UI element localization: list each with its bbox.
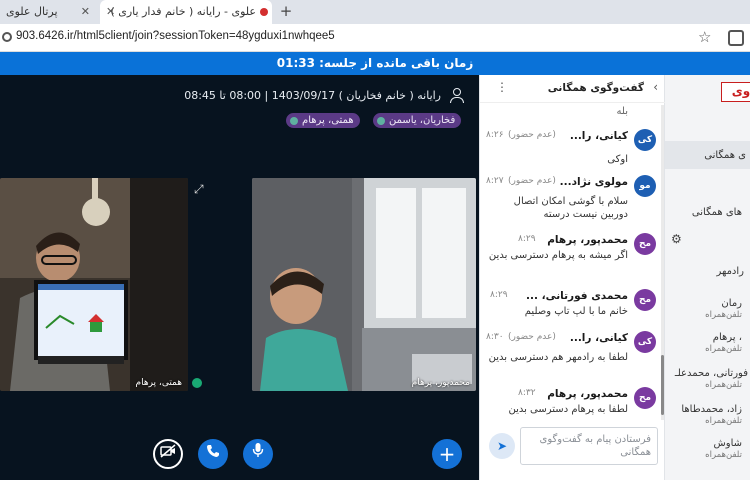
- chat-message-text: بله: [616, 106, 628, 117]
- chat-time: ۸:۲۹: [518, 234, 536, 244]
- phone-icon[interactable]: [198, 439, 228, 469]
- chat-panel: ‹ گفت‌وگوی همگانی ⋮ بله کی کیانی، را... …: [479, 75, 666, 480]
- video-tile[interactable]: محمدپور، پرهام: [252, 178, 476, 391]
- video-name: همتی، پرهام: [135, 378, 182, 388]
- chat-sender: محمدپور، پرهام: [547, 234, 628, 246]
- nav-item-label[interactable]: ی همگانی: [704, 150, 746, 161]
- avatar: مو: [634, 175, 656, 197]
- chat-time: ۸:۲۶: [486, 130, 504, 140]
- user-name[interactable]: فورتانی، محمدعلـ: [675, 368, 748, 379]
- url-text[interactable]: 903.6426.ir/html5client/join?sessionToke…: [16, 30, 335, 42]
- avatar: کی: [634, 129, 656, 151]
- chat-sender: محمدی فورتانی، ...: [525, 290, 628, 302]
- chat-sender: کیانی، را...: [569, 130, 628, 142]
- chat-sender: مولوی نژاد...: [559, 176, 628, 188]
- chevron-icon[interactable]: ‹: [653, 80, 658, 94]
- avatar: مح: [634, 387, 656, 409]
- video-name: محمدپور، پرهام: [411, 378, 470, 388]
- microphone-icon[interactable]: [243, 439, 273, 469]
- user-name[interactable]: ، پرهام: [713, 332, 742, 343]
- user-list-panel: وی ی همگانی های همگانی ⚙ رادمهر رمان تلف…: [665, 75, 750, 480]
- user-device: تلفن‌همراه: [705, 344, 742, 354]
- screen: پرتال علوی ✕ علوی - رایانه ( خانم فدار ی…: [0, 0, 750, 480]
- microphone-icon: [192, 378, 202, 388]
- video-tile[interactable]: همتی، پرهام: [0, 178, 188, 391]
- recording-icon: [260, 8, 268, 16]
- microphone-icon: [377, 117, 385, 125]
- tab-label: علوی - رایانه ( خانم فدار یاری ): [110, 5, 256, 18]
- avatar: مح: [634, 289, 656, 311]
- avatar: کی: [634, 331, 656, 353]
- user-icon[interactable]: [449, 87, 465, 103]
- chat-message-text: خانم ما با لپ تاپ وصلیم: [524, 306, 628, 317]
- chat-status-note: (عدم حضور): [508, 176, 556, 186]
- chat-status-note: (عدم حضور): [508, 332, 556, 342]
- chat-message-text: لطفا به پرهام دسترسی بدین: [508, 404, 628, 415]
- user-name[interactable]: رادمهر: [716, 266, 744, 277]
- avatar: مح: [634, 233, 656, 255]
- chat-time: ۸:۲۹: [490, 290, 508, 300]
- chat-time: ۸:۳۲: [518, 388, 536, 398]
- talker-name: همتی، پرهام: [302, 115, 354, 126]
- chat-scrollbar[interactable]: [661, 105, 664, 420]
- browser-tab-portal[interactable]: پرتال علوی ✕: [0, 0, 96, 24]
- user-name[interactable]: رمان: [721, 298, 742, 309]
- chat-sender: محمدپور، پرهام: [547, 388, 628, 400]
- nav-item-label[interactable]: های همگانی: [692, 207, 742, 218]
- time-remaining-banner: زمان باقی مانده از جلسه: 01:33: [0, 52, 750, 75]
- more-icon[interactable]: ⋮: [496, 80, 508, 94]
- new-tab-button[interactable]: +: [276, 0, 296, 24]
- app-logo: وی: [721, 82, 750, 102]
- chat-messages: بله کی کیانی، را... (عدم حضور) ۸:۲۶ اوکی…: [480, 103, 660, 421]
- video-tile[interactable]: ⤢: [188, 178, 252, 391]
- star-icon[interactable]: ☆: [698, 28, 711, 46]
- user-name[interactable]: شاوش: [714, 438, 742, 449]
- extension-icon[interactable]: [728, 30, 744, 46]
- user-device: تلفن‌همراه: [705, 450, 742, 460]
- presentation-area: رایانه ( خانم فخاریان ) 1403/09/17 | 08:…: [0, 75, 479, 480]
- chat-message-text: اوکی: [607, 154, 628, 165]
- user-device: تلفن‌همراه: [705, 310, 742, 320]
- chat-input[interactable]: فرستادن پیام به گفت‌وگوی همگانی: [520, 427, 658, 465]
- expand-icon[interactable]: ⤢: [194, 182, 204, 197]
- chat-time: ۸:۳۰: [486, 332, 504, 342]
- talker-indicator: همتی، پرهام: [286, 113, 360, 128]
- chat-title: گفت‌وگوی همگانی: [547, 82, 644, 94]
- user-device: تلفن‌همراه: [705, 416, 742, 426]
- chat-sender: کیانی، را...: [569, 332, 628, 344]
- chat-status-note: (عدم حضور): [508, 130, 556, 140]
- chat-time: ۸:۲۷: [486, 176, 504, 186]
- talker-indicator: فخاریان، یاسمن: [373, 113, 462, 128]
- browser-tabstrip: پرتال علوی ✕ علوی - رایانه ( خانم فدار ی…: [0, 0, 750, 24]
- microphone-icon: [290, 117, 298, 125]
- chat-header: ‹ گفت‌وگوی همگانی ⋮: [480, 75, 666, 103]
- user-device: تلفن‌همراه: [705, 380, 742, 390]
- chat-message-text: لطفا به رادمهر هم دسترسی بدین: [488, 352, 628, 363]
- browser-tab-meeting[interactable]: علوی - رایانه ( خانم فدار یاری ) ✕: [100, 0, 272, 24]
- close-icon[interactable]: ✕: [106, 0, 115, 24]
- chat-message-text: سلام با گوشی امکان اتصال دوربین نیست درس…: [513, 196, 628, 220]
- user-name[interactable]: زاد، محمدطاها: [681, 404, 742, 415]
- plus-icon[interactable]: +: [432, 439, 462, 469]
- chat-message-text: اگر میشه به پرهام دسترسی بدین: [488, 250, 628, 261]
- site-info-icon[interactable]: [2, 32, 12, 42]
- webcam-image: [0, 178, 188, 391]
- gear-icon[interactable]: ⚙: [671, 232, 682, 246]
- webcam-image: [252, 178, 476, 391]
- meeting-title: رایانه ( خانم فخاریان ) 1403/09/17 | 08:…: [184, 89, 441, 102]
- talker-name: فخاریان، یاسمن: [389, 115, 456, 126]
- tab-label: پرتال علوی: [6, 5, 58, 18]
- send-icon[interactable]: ➤: [489, 433, 515, 459]
- close-icon[interactable]: ✕: [81, 0, 90, 24]
- camera-off-icon[interactable]: [153, 439, 183, 469]
- address-bar[interactable]: 903.6426.ir/html5client/join?sessionToke…: [0, 24, 750, 52]
